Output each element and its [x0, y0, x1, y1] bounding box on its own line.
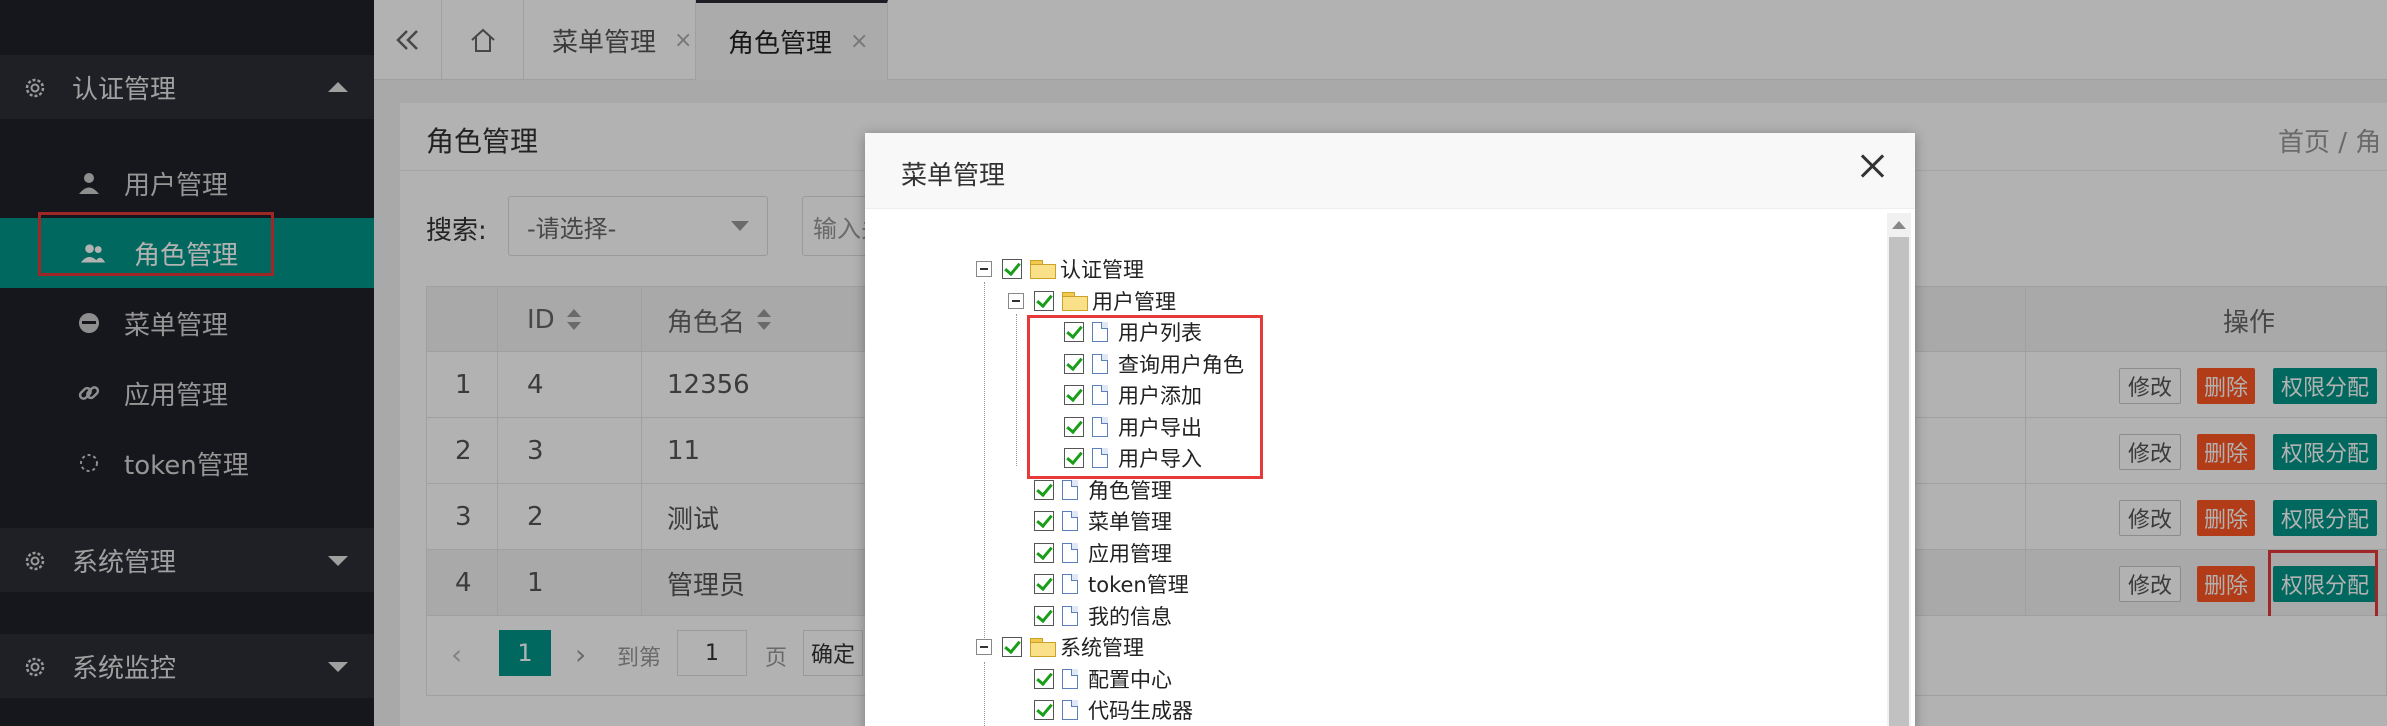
tree-node-label: 代码生成器	[1088, 699, 1193, 723]
tree-node-label: 我的信息	[1088, 605, 1172, 629]
folder-icon	[1030, 260, 1056, 279]
tree-node-label: 配置中心	[1088, 668, 1172, 692]
checkbox[interactable]	[1034, 480, 1054, 500]
modal-title: 菜单管理	[901, 161, 1006, 191]
checkbox[interactable]	[1034, 700, 1054, 720]
file-icon	[1062, 543, 1078, 563]
file-icon	[1062, 574, 1078, 594]
file-icon	[1062, 606, 1078, 626]
checkbox[interactable]	[1034, 291, 1054, 311]
tree-node-role-mgmt[interactable]: 角色管理	[1034, 475, 1172, 505]
checkbox[interactable]	[1034, 669, 1054, 689]
tree-node-label: 系统管理	[1060, 636, 1144, 660]
file-icon	[1062, 669, 1078, 689]
folder-icon	[1062, 292, 1088, 311]
file-icon	[1062, 511, 1078, 531]
tree-node-sys-mgmt[interactable]: 系统管理	[976, 632, 1144, 662]
checkbox[interactable]	[1002, 259, 1022, 279]
file-icon	[1062, 700, 1078, 720]
collapse-toggle-icon[interactable]	[976, 639, 992, 655]
tree-node-my-info[interactable]: 我的信息	[1034, 601, 1172, 631]
close-icon[interactable]	[1855, 149, 1889, 183]
tree-node-label: 角色管理	[1088, 479, 1172, 503]
tree-node-app-mgmt[interactable]: 应用管理	[1034, 538, 1172, 568]
tree-node-code-gen[interactable]: 代码生成器	[1034, 695, 1193, 725]
tree-node-label: 菜单管理	[1088, 510, 1172, 534]
file-icon	[1062, 480, 1078, 500]
scrollbar[interactable]	[1887, 213, 1911, 726]
tree-node-menu-mgmt[interactable]: 菜单管理	[1034, 506, 1172, 536]
tree-node-user-mgmt[interactable]: 用户管理	[1008, 286, 1176, 316]
highlight-box-user-perms	[1027, 315, 1263, 479]
tree-node-label: token管理	[1088, 573, 1189, 597]
collapse-toggle-icon[interactable]	[976, 261, 992, 277]
tree-node-config-center[interactable]: 配置中心	[1034, 664, 1172, 694]
tree-node-label: 应用管理	[1088, 542, 1172, 566]
checkbox[interactable]	[1034, 511, 1054, 531]
checkbox[interactable]	[1034, 574, 1054, 594]
scroll-thumb[interactable]	[1889, 237, 1909, 726]
folder-icon	[1030, 638, 1056, 657]
modal-header: 菜单管理	[865, 133, 1915, 209]
checkbox[interactable]	[1034, 606, 1054, 626]
checkbox[interactable]	[1002, 637, 1022, 657]
tree-node-token-mgmt[interactable]: token管理	[1034, 569, 1189, 599]
tree-node-label: 认证管理	[1060, 258, 1144, 282]
checkbox[interactable]	[1034, 543, 1054, 563]
scroll-up-arrow[interactable]	[1892, 221, 1906, 229]
tree-node-label: 用户管理	[1092, 290, 1176, 314]
tree-node-auth[interactable]: 认证管理	[976, 254, 1144, 284]
collapse-toggle-icon[interactable]	[1008, 293, 1024, 309]
